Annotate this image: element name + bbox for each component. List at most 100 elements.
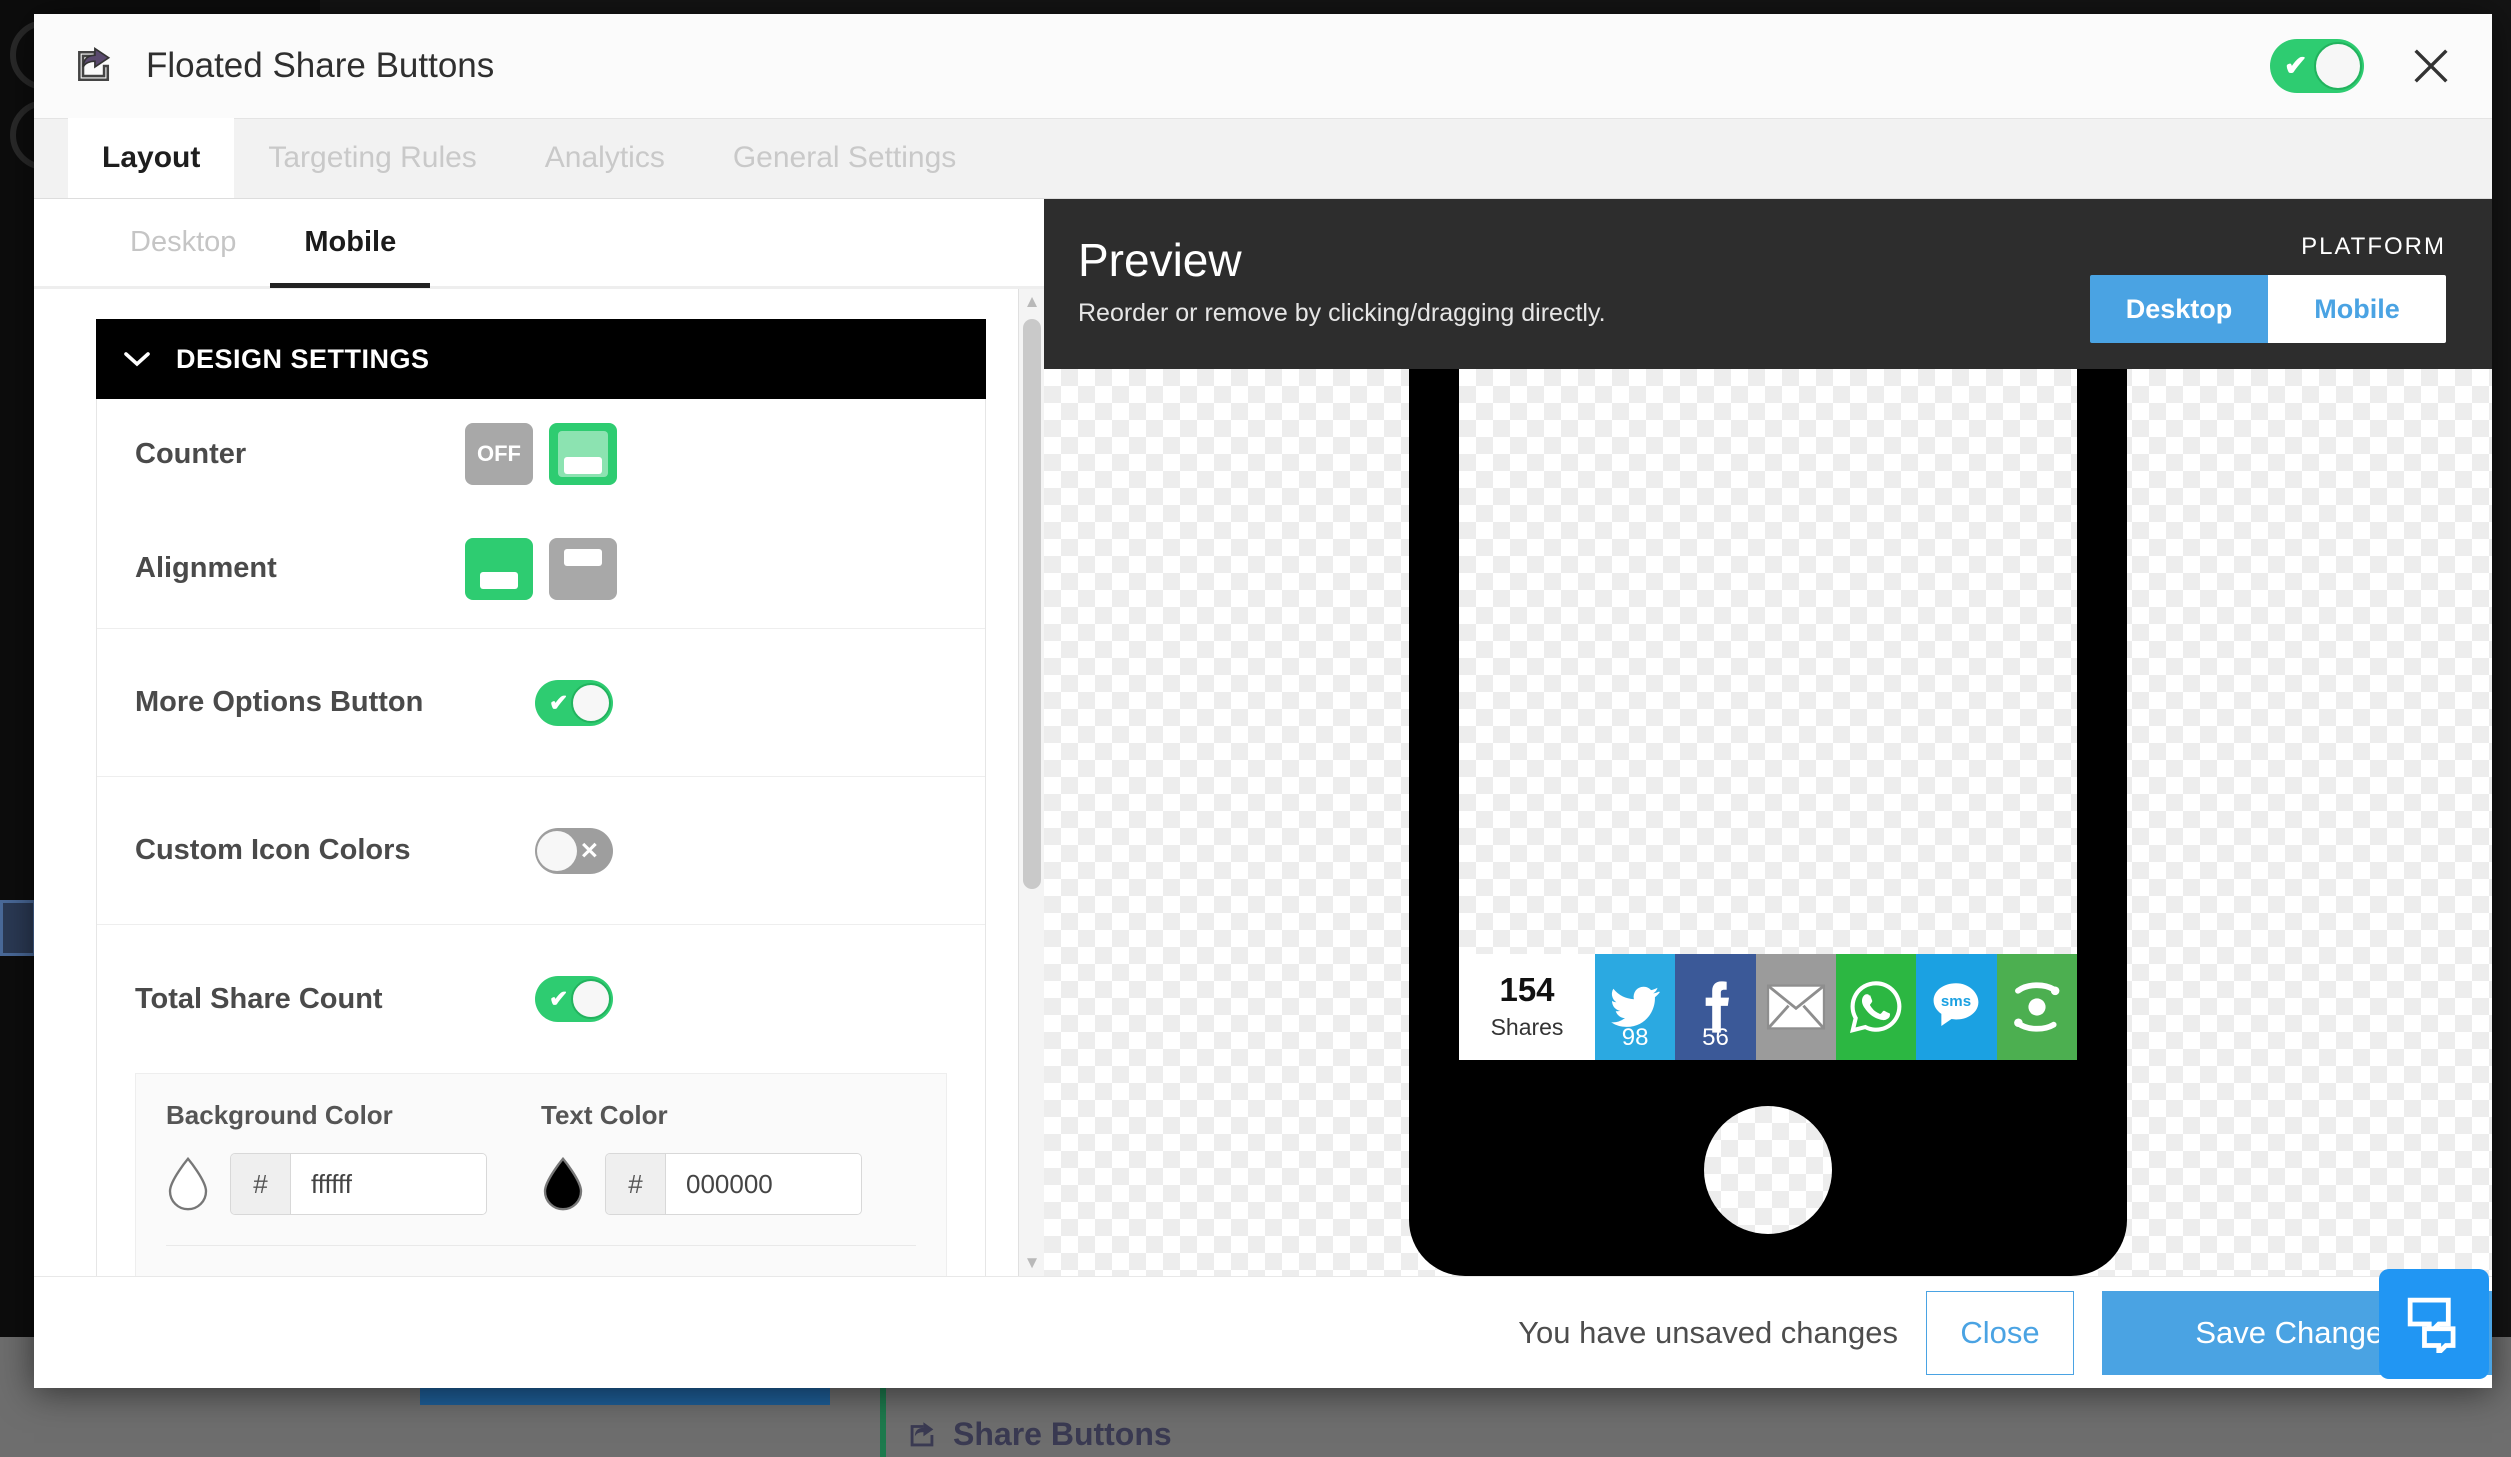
custom-icon-colors-label: Custom Icon Colors — [135, 834, 411, 866]
custom-icon-colors-row: Custom Icon Colors ✕ — [97, 777, 985, 925]
share-button-facebook[interactable]: 56 — [1675, 954, 1756, 1060]
total-share-count-label: Total Share Count — [135, 982, 383, 1015]
preview-title: Preview — [1078, 234, 1242, 286]
toggle-knob — [571, 979, 611, 1019]
background-color-hex-box[interactable]: # — [230, 1153, 487, 1215]
alignment-label: Alignment — [135, 552, 277, 584]
preview-subtitle: Reorder or remove by clicking/dragging d… — [1078, 299, 1606, 327]
text-color-label: Text Color — [541, 1100, 668, 1130]
counter-options: OFF — [465, 423, 617, 485]
subtab-desktop[interactable]: Desktop — [96, 198, 270, 288]
alignment-options — [465, 537, 617, 600]
settings-scroll-wrap: DESIGN SETTINGS Counter OFF Alignment Mo… — [34, 289, 1044, 1276]
unsaved-changes-text: You have unsaved changes — [1518, 1314, 1898, 1350]
modal-footer: You have unsaved changes Close Save Chan… — [34, 1276, 2492, 1388]
more-options-button-label: More Options Button — [135, 686, 424, 718]
total-share-count-row: Total Share Count ✔ — [97, 925, 985, 1073]
more-options-button-toggle[interactable]: ✔ — [535, 679, 613, 726]
check-icon: ✔ — [549, 689, 569, 715]
tab-targeting-rules[interactable]: Targeting Rules — [234, 118, 510, 198]
tab-layout[interactable]: Layout — [68, 118, 235, 198]
droplet-icon[interactable] — [541, 1157, 585, 1211]
total-share-count-number: 154 — [1499, 971, 1555, 1008]
share-button-sms[interactable]: sms — [1916, 954, 1997, 1060]
text-color-input[interactable] — [666, 1154, 861, 1214]
alignment-row: Alignment — [97, 509, 985, 629]
preview-header: Preview Reorder or remove by clicking/dr… — [1044, 199, 2492, 369]
total-share-count-display[interactable]: 154 Shares — [1459, 954, 1595, 1060]
toggle-knob — [537, 830, 577, 871]
page-title: Floated Share Buttons — [146, 46, 495, 85]
counter-on-bar-icon — [564, 457, 602, 474]
chat-bubbles-icon — [2407, 1297, 2456, 1353]
background-color-label: Background Color — [166, 1100, 393, 1130]
background-side-box — [0, 900, 36, 956]
phone-screen: 154 Shares 98 56 sms — [1459, 369, 2077, 1060]
design-settings-panel: Counter OFF Alignment More Options Butto… — [96, 399, 986, 1276]
share-export-icon — [910, 1421, 934, 1446]
droplet-icon[interactable] — [166, 1157, 210, 1211]
platform-mobile-button[interactable]: Mobile — [2268, 275, 2446, 343]
platform-desktop-button[interactable]: Desktop — [2090, 275, 2268, 343]
share-button-more[interactable] — [1996, 954, 2077, 1060]
color-card-divider — [166, 1245, 916, 1246]
background-share-buttons-label: Share Buttons — [953, 1416, 1172, 1452]
settings-scrollbar[interactable]: ▲ ▼ — [1018, 289, 1044, 1276]
chat-widget-button[interactable] — [2379, 1269, 2489, 1379]
alignment-top-option[interactable] — [549, 537, 617, 600]
hash-prefix: # — [606, 1154, 666, 1214]
toggle-knob — [2314, 42, 2362, 90]
counter-row: Counter OFF — [97, 399, 985, 509]
cross-icon: ✕ — [579, 837, 599, 863]
email-icon — [1766, 984, 1825, 1030]
scroll-down-arrow[interactable]: ▼ — [1019, 1250, 1045, 1276]
chevron-down-icon — [124, 352, 150, 367]
facebook-share-count: 56 — [1702, 1024, 1729, 1051]
share-button-whatsapp[interactable] — [1835, 954, 1917, 1060]
alignment-top-bar-icon — [564, 548, 602, 566]
close-button[interactable]: Close — [1926, 1290, 2074, 1375]
share-button-email[interactable] — [1755, 954, 1836, 1060]
design-settings-title: DESIGN SETTINGS — [176, 343, 430, 374]
more-options-button-row: More Options Button ✔ — [97, 629, 985, 777]
text-color-hex-box[interactable]: # — [605, 1153, 862, 1215]
settings-scroll-area: DESIGN SETTINGS Counter OFF Alignment Mo… — [34, 289, 1018, 1276]
tab-general-settings[interactable]: General Settings — [699, 118, 990, 198]
custom-icon-colors-toggle[interactable]: ✕ — [535, 827, 613, 874]
background-color-input[interactable] — [291, 1154, 486, 1214]
platform-selector: PLATFORM Desktop Mobile — [2090, 233, 2446, 343]
alignment-bottom-option[interactable] — [465, 537, 533, 600]
platform-label: PLATFORM — [2301, 233, 2446, 260]
modal-tabs: Layout Targeting Rules Analytics General… — [34, 118, 2492, 199]
background-share-buttons-heading: Share Buttons — [905, 1416, 1172, 1453]
design-settings-section-header[interactable]: DESIGN SETTINGS — [96, 319, 986, 399]
counter-off-option[interactable]: OFF — [465, 423, 533, 485]
preview-pane: Preview Reorder or remove by clicking/dr… — [1044, 199, 2492, 1276]
whatsapp-icon — [1850, 981, 1902, 1034]
subtab-mobile[interactable]: Mobile — [270, 198, 430, 288]
floated-share-bar: 154 Shares 98 56 sms — [1459, 954, 2077, 1060]
master-enable-toggle[interactable]: ✔ — [2270, 39, 2364, 93]
twitter-share-count: 98 — [1621, 1024, 1649, 1051]
preview-stage: 154 Shares 98 56 sms — [1044, 369, 2492, 1276]
svg-text:sms: sms — [1941, 993, 1971, 1010]
share-button-twitter[interactable]: 98 — [1595, 954, 1676, 1060]
counter-off-text: OFF — [477, 441, 521, 466]
toggle-knob — [571, 682, 611, 723]
tab-analytics[interactable]: Analytics — [511, 118, 699, 198]
modal-header: Floated Share Buttons ✔ — [34, 14, 2492, 119]
scroll-up-arrow[interactable]: ▲ — [1019, 289, 1045, 315]
alignment-bottom-bar-icon — [480, 571, 518, 589]
floated-share-buttons-modal: Floated Share Buttons ✔ Layout Targeting… — [34, 14, 2492, 1388]
total-share-count-word: Shares — [1490, 1014, 1564, 1040]
hash-prefix: # — [231, 1154, 291, 1214]
share-export-icon — [78, 47, 111, 82]
counter-on-option[interactable] — [549, 423, 617, 485]
check-icon: ✔ — [2284, 50, 2308, 81]
phone-home-button — [1704, 1106, 1832, 1234]
scrollbar-thumb[interactable] — [1023, 319, 1041, 889]
total-share-count-toggle[interactable]: ✔ — [535, 976, 613, 1022]
close-icon[interactable] — [2408, 43, 2454, 89]
share-count-colors-card: Background Color # ffffff Text Color # 0… — [135, 1073, 947, 1276]
settings-pane: Desktop Mobile DESIGN SETTINGS Counter O… — [34, 199, 1044, 1276]
